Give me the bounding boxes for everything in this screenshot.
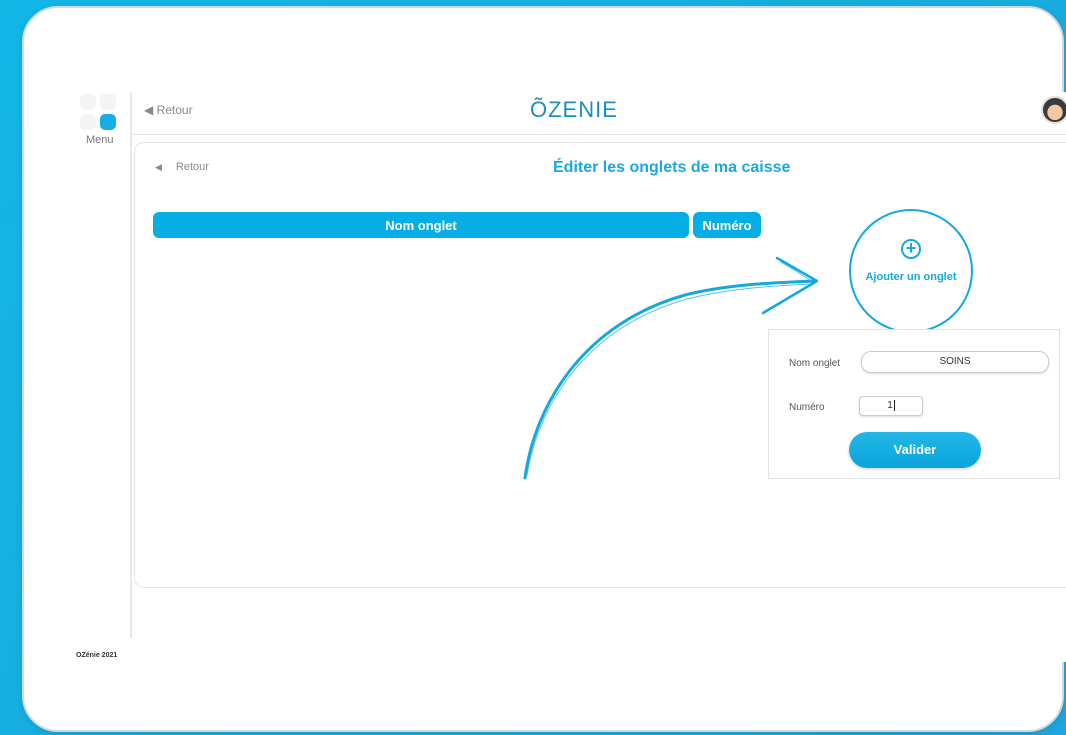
name-field-label: Nom onglet [789, 358, 841, 369]
tab-form-panel: Nom onglet SOINS Numéro 1 Valider [768, 329, 1060, 479]
column-header-number: Numéro [693, 212, 761, 238]
tablet-frame: Menu OZénie 2021 ◀ Retour ÕZENIE ◀ Retour… [22, 6, 1066, 732]
back-link-top[interactable]: ◀ Retour [144, 103, 193, 117]
text-caret [893, 399, 895, 411]
back-label: Retour [175, 161, 209, 173]
tab-name-value: SOINS [939, 356, 971, 367]
menu-grid-icon[interactable] [80, 94, 120, 130]
page-title: Éditer les onglets de ma caisse [553, 159, 791, 176]
sidebar: Menu OZénie 2021 [70, 92, 130, 662]
tab-number-value: 1 [887, 400, 893, 411]
add-tab-button[interactable]: + Ajouter un onglet [849, 209, 973, 333]
content-card: ◀ Retour Éditer les onglets de ma caisse … [134, 142, 1066, 588]
tab-name-input[interactable]: SOINS [861, 351, 1049, 373]
add-tab-label: Ajouter un onglet [865, 271, 957, 283]
menu-square-active [100, 114, 116, 130]
back-arrow-icon: ◀ [155, 162, 162, 172]
tab-number-input[interactable]: 1 [859, 396, 923, 416]
submit-button[interactable]: Valider [849, 432, 981, 468]
app-screen: Menu OZénie 2021 ◀ Retour ÕZENIE ◀ Retour… [70, 92, 1066, 662]
number-field-label: Numéro [789, 402, 825, 413]
menu-square [100, 94, 116, 110]
user-avatar[interactable] [1041, 96, 1066, 124]
menu-square [80, 114, 96, 130]
footer-copyright: OZénie 2021 [76, 652, 118, 659]
plus-circle-icon: + [901, 239, 921, 259]
menu-square [80, 94, 96, 110]
back-link[interactable]: ◀ Retour [155, 161, 209, 173]
ozenie-logo: ÕZENIE [530, 97, 618, 122]
top-bar: ◀ Retour ÕZENIE [132, 92, 1066, 135]
column-header-name: Nom onglet [153, 212, 689, 238]
sidebar-divider [130, 92, 132, 638]
menu-label[interactable]: Menu [86, 134, 114, 146]
